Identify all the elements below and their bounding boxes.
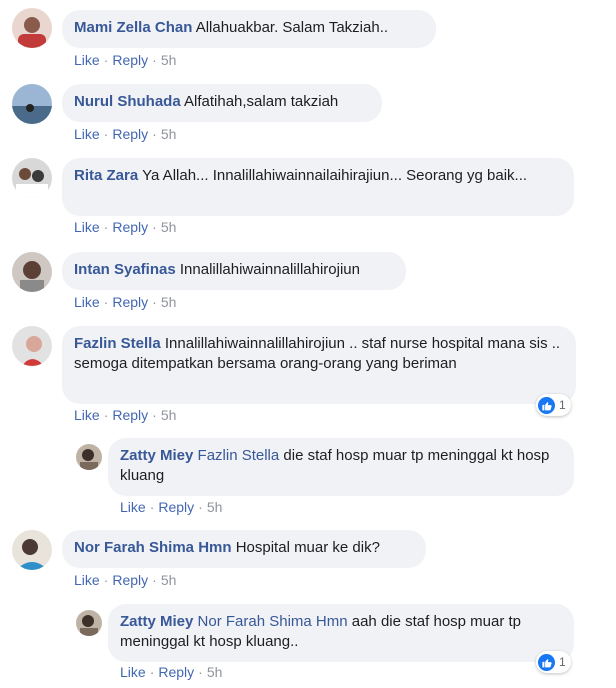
separator: ·: [103, 52, 109, 68]
timestamp[interactable]: 5h: [207, 664, 223, 680]
reaction-count: 1: [559, 655, 566, 669]
comment-actions: Like · Reply · 5h: [74, 294, 176, 310]
like-button[interactable]: Like: [74, 126, 100, 142]
separator: ·: [152, 52, 157, 68]
avatar[interactable]: [12, 84, 52, 124]
like-button[interactable]: Like: [74, 52, 100, 68]
reply-button[interactable]: Reply: [112, 52, 148, 68]
comment-author[interactable]: Zatty Miey: [120, 447, 193, 464]
like-button[interactable]: Like: [74, 219, 100, 235]
like-button[interactable]: Like: [120, 499, 146, 515]
comment-bubble: Nor Farah Shima Hmn Hospital muar ke dik…: [62, 530, 426, 568]
like-button[interactable]: Like: [74, 572, 100, 588]
mention-link[interactable]: Fazlin Stella: [198, 447, 280, 464]
timestamp[interactable]: 5h: [161, 52, 177, 68]
avatar[interactable]: [12, 326, 52, 366]
separator: ·: [149, 664, 155, 680]
separator: ·: [149, 499, 155, 515]
comment-actions: Like · Reply · 5h: [74, 126, 176, 142]
mention-link[interactable]: Nor Farah Shima Hmn: [198, 613, 348, 630]
avatar[interactable]: [76, 444, 102, 470]
timestamp[interactable]: 5h: [161, 126, 177, 142]
avatar[interactable]: [12, 158, 52, 198]
avatar[interactable]: [12, 8, 52, 48]
like-button[interactable]: Like: [120, 664, 146, 680]
comment-actions: Like · Reply · 5h: [74, 52, 176, 68]
comment-text: Hospital muar ke dik?: [235, 539, 380, 556]
comment-author[interactable]: Nor Farah Shima Hmn: [74, 539, 232, 556]
timestamp[interactable]: 5h: [161, 572, 177, 588]
timestamp[interactable]: 5h: [161, 407, 177, 423]
comment-text: Innalillahiwainnalillahirojiun: [179, 261, 360, 278]
avatar[interactable]: [12, 252, 52, 292]
timestamp[interactable]: 5h: [161, 219, 177, 235]
separator: ·: [152, 572, 157, 588]
reply-button[interactable]: Reply: [112, 572, 148, 588]
comment-actions: Like · Reply · 5h: [120, 499, 222, 515]
comment-text: Allahuakbar. Salam Takziah..: [195, 19, 389, 36]
separator: ·: [198, 664, 203, 680]
comment-bubble: Rita Zara Ya Allah... Innalillahiwainnai…: [62, 158, 574, 216]
comment-bubble: Fazlin Stella Innalillahiwainnalillahiro…: [62, 326, 576, 404]
separator: ·: [152, 126, 157, 142]
comment-author[interactable]: Zatty Miey: [120, 613, 193, 630]
comment-author[interactable]: Mami Zella Chan: [74, 19, 192, 36]
comment-actions: Like · Reply · 5h: [120, 664, 222, 680]
reaction-count: 1: [559, 398, 566, 412]
comment-text: Alfatihah,salam takziah: [184, 93, 339, 110]
separator: ·: [198, 499, 203, 515]
reply-button[interactable]: Reply: [112, 219, 148, 235]
timestamp[interactable]: 5h: [207, 499, 223, 515]
timestamp[interactable]: 5h: [161, 294, 177, 310]
comment-text: Ya Allah... Innalillahiwainnailaihirajiu…: [142, 167, 528, 184]
thumbs-up-icon: [538, 653, 555, 671]
separator: ·: [152, 219, 157, 235]
reply-button[interactable]: Reply: [158, 499, 194, 515]
reply-bubble: Zatty Miey Fazlin Stella die staf hosp m…: [108, 438, 574, 496]
reply-button[interactable]: Reply: [112, 294, 148, 310]
comment-author[interactable]: Rita Zara: [74, 167, 138, 184]
comment-actions: Like · Reply · 5h: [74, 572, 176, 588]
like-button[interactable]: Like: [74, 407, 100, 423]
reply-button[interactable]: Reply: [112, 126, 148, 142]
reaction-summary[interactable]: 1: [536, 651, 571, 673]
reply-button[interactable]: Reply: [112, 407, 148, 423]
avatar[interactable]: [12, 530, 52, 570]
reply-bubble: Zatty Miey Nor Farah Shima Hmn aah die s…: [108, 604, 574, 662]
separator: ·: [103, 126, 109, 142]
reaction-summary[interactable]: 1: [536, 394, 571, 416]
thumbs-up-icon: [538, 396, 555, 414]
comment-author[interactable]: Intan Syafinas: [74, 261, 176, 278]
like-button[interactable]: Like: [74, 294, 100, 310]
comment-bubble: Intan Syafinas Innalillahiwainnalillahir…: [62, 252, 406, 290]
separator: ·: [103, 294, 109, 310]
comment-author[interactable]: Nurul Shuhada: [74, 93, 181, 110]
reply-button[interactable]: Reply: [158, 664, 194, 680]
comment-bubble: Nurul Shuhada Alfatihah,salam takziah: [62, 84, 382, 122]
separator: ·: [152, 407, 157, 423]
comment-author[interactable]: Fazlin Stella: [74, 335, 161, 352]
separator: ·: [103, 219, 109, 235]
comment-actions: Like · Reply · 5h: [74, 407, 176, 423]
separator: ·: [103, 407, 109, 423]
avatar[interactable]: [76, 610, 102, 636]
separator: ·: [103, 572, 109, 588]
comment-actions: Like · Reply · 5h: [74, 219, 176, 235]
comment-bubble: Mami Zella Chan Allahuakbar. Salam Takzi…: [62, 10, 436, 48]
separator: ·: [152, 294, 157, 310]
